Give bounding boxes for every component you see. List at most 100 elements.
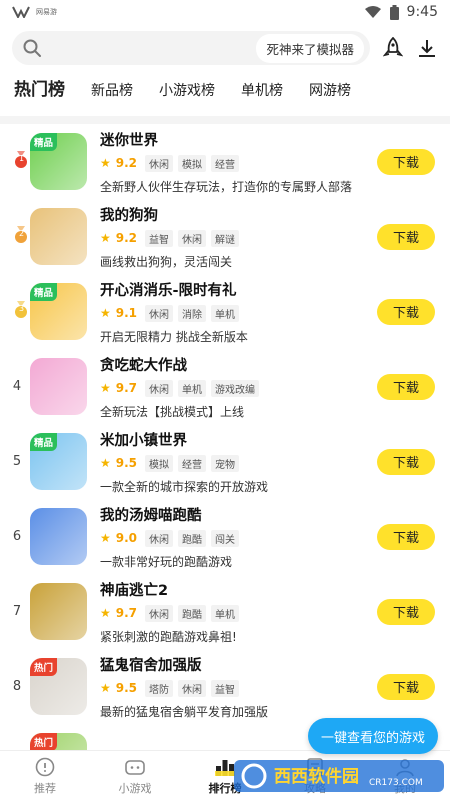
nav-label: 小游戏 xyxy=(118,781,152,795)
download-button[interactable]: 下载 xyxy=(377,448,435,475)
tab-divider xyxy=(0,116,450,124)
game-info: 开心消消乐-限时有礼 ★ 9.1 休闲 消除 单机 开启无限精力 挑战全新版本 xyxy=(100,279,369,345)
game-icon[interactable]: 精品 xyxy=(30,283,87,340)
game-title[interactable]: 贪吃蛇大作战 xyxy=(100,354,369,375)
tab-online[interactable]: 网游榜 xyxy=(309,80,351,112)
game-tag: 经营 xyxy=(211,154,240,172)
game-meta: ★ 9.1 休闲 消除 单机 xyxy=(100,304,369,322)
ranking-tabs: 热门榜 新品榜 小游戏榜 单机榜 网游榜 xyxy=(0,72,450,112)
game-description: 最新的猛鬼宿舍躺平发育加强版 xyxy=(100,704,269,719)
game-score: 9.0 xyxy=(115,531,138,545)
rank-number-text: 3 xyxy=(19,303,25,313)
game-row[interactable]: 8 热门 猛鬼宿舍加强版 ★ 9.5 塔防 休闲 益智 最新的猛鬼宿舍躺平发育加强版 下载 xyxy=(0,649,450,724)
search-row: 死神来了模拟器 xyxy=(0,24,450,72)
game-tag: 休闲 xyxy=(145,154,174,172)
tab-single-player[interactable]: 单机榜 xyxy=(241,80,283,112)
game-title[interactable]: 猛鬼宿舍加强版 xyxy=(100,654,369,675)
game-description: 紧张刺激的跑酷游戏鼻祖! xyxy=(100,629,237,644)
game-score: 9.7 xyxy=(115,606,138,620)
game-description: 一款非常好玩的跑酷游戏 xyxy=(100,554,233,569)
game-icon[interactable] xyxy=(30,508,87,565)
game-title[interactable]: 开心消消乐-限时有礼 xyxy=(100,279,369,300)
game-tag: 休闲 xyxy=(178,229,207,247)
tab-mini-games[interactable]: 小游戏榜 xyxy=(159,80,215,112)
rocket-icon xyxy=(383,37,403,57)
view-my-games-button[interactable]: 一键查看您的游戏 xyxy=(308,718,438,754)
game-tag: 塔防 xyxy=(145,679,174,697)
game-meta: ★ 9.0 休闲 跑酷 闯关 xyxy=(100,529,369,547)
game-title[interactable]: 米加小镇世界 xyxy=(100,429,369,450)
nav-recommend[interactable]: 推荐 xyxy=(0,751,90,800)
game-meta: ★ 9.5 模拟 经营 宠物 xyxy=(100,454,369,472)
game-tag: 益智 xyxy=(145,229,174,247)
game-meta: ★ 9.7 休闲 跑酷 单机 xyxy=(100,604,369,622)
game-info: 我的汤姆喵跑酷 ★ 9.0 休闲 跑酷 闯关 一款非常好玩的跑酷游戏 xyxy=(100,504,369,570)
tab-new[interactable]: 新品榜 xyxy=(91,80,133,112)
game-row[interactable]: 2 我的狗狗 ★ 9.2 益智 休闲 解谜 画线救出狗狗，灵活闯关 下载 xyxy=(0,199,450,274)
rank-number-text: 1 xyxy=(19,153,25,163)
game-title[interactable]: 我的狗狗 xyxy=(100,204,369,225)
game-row[interactable]: 7 神庙逃亡2 ★ 9.7 休闲 跑酷 单机 紧张刺激的跑酷游戏鼻祖! 下载 xyxy=(0,574,450,649)
site-watermark-logo: 西西软件园 CR173.COM xyxy=(234,760,444,792)
game-description: 全新野人伙伴生存玩法，打造你的专属野人部落 xyxy=(100,179,353,194)
download-button[interactable]: 下载 xyxy=(377,673,435,700)
rank-number-text: 2 xyxy=(19,228,25,238)
game-title[interactable]: 神庙逃亡2 xyxy=(100,579,369,600)
nav-label: 推荐 xyxy=(34,781,56,795)
game-tag: 休闲 xyxy=(145,304,174,322)
game-row[interactable]: 4 贪吃蛇大作战 ★ 9.7 休闲 单机 游戏改编 全新玩法【挑战模式】上线 下载 xyxy=(0,349,450,424)
rank-number: 2 xyxy=(0,225,28,248)
game-row[interactable]: 6 我的汤姆喵跑酷 ★ 9.0 休闲 跑酷 闯关 一款非常好玩的跑酷游戏 下载 xyxy=(0,499,450,574)
game-tag: 单机 xyxy=(211,604,240,622)
star-icon: ★ xyxy=(100,381,111,395)
game-icon[interactable] xyxy=(30,583,87,640)
game-badge: 精品 xyxy=(30,133,58,151)
game-score: 9.2 xyxy=(115,231,138,245)
ranking-icon xyxy=(215,759,235,776)
game-row[interactable]: 3 精品 开心消消乐-限时有礼 ★ 9.1 休闲 消除 单机 开启无限精力 挑战全新版本 下载 xyxy=(0,274,450,349)
search-box[interactable]: 死神来了模拟器 xyxy=(12,31,370,65)
download-button[interactable]: 下载 xyxy=(377,148,435,175)
nav-mini-games[interactable]: 小游戏 xyxy=(90,751,180,800)
wifi-icon xyxy=(364,6,381,18)
download-manager-button[interactable] xyxy=(416,37,438,59)
search-hint[interactable]: 死神来了模拟器 xyxy=(256,33,364,63)
game-title[interactable]: 迷你世界 xyxy=(100,129,369,150)
download-button[interactable]: 下载 xyxy=(377,373,435,400)
game-title[interactable]: 我的汤姆喵跑酷 xyxy=(100,504,369,525)
game-icon[interactable] xyxy=(30,208,87,265)
game-tag: 模拟 xyxy=(145,454,174,472)
download-button[interactable]: 下载 xyxy=(377,523,435,550)
game-description: 一款全新的城市探索的开放游戏 xyxy=(100,479,269,494)
game-icon[interactable] xyxy=(30,358,87,415)
download-button[interactable]: 下载 xyxy=(377,598,435,625)
star-icon: ★ xyxy=(100,531,111,545)
status-left: 网易游 xyxy=(12,6,57,18)
game-tag: 经营 xyxy=(178,454,207,472)
game-meta: ★ 9.5 塔防 休闲 益智 xyxy=(100,679,369,697)
status-time: 9:45 xyxy=(406,4,438,20)
app-logo-icon xyxy=(12,6,30,18)
game-info: 猛鬼宿舍加强版 ★ 9.5 塔防 休闲 益智 最新的猛鬼宿舍躺平发育加强版 xyxy=(100,654,369,720)
game-score: 9.7 xyxy=(115,381,138,395)
game-info: 米加小镇世界 ★ 9.5 模拟 经营 宠物 一款全新的城市探索的开放游戏 xyxy=(100,429,369,495)
game-badge: 热门 xyxy=(30,733,58,751)
game-info: 神庙逃亡2 ★ 9.7 休闲 跑酷 单机 紧张刺激的跑酷游戏鼻祖! xyxy=(100,579,369,645)
watermark-sub: CR173.COM xyxy=(369,778,423,788)
game-tag: 休闲 xyxy=(145,379,174,397)
status-bar: 网易游 9:45 xyxy=(0,0,450,24)
rocket-button[interactable] xyxy=(382,37,404,59)
game-description: 全新玩法【挑战模式】上线 xyxy=(100,404,245,419)
game-icon[interactable]: 精品 xyxy=(30,433,87,490)
game-tag: 宠物 xyxy=(211,454,240,472)
game-icon[interactable]: 热门 xyxy=(30,658,87,715)
search-icon xyxy=(23,39,41,57)
download-button[interactable]: 下载 xyxy=(377,298,435,325)
tab-hot[interactable]: 热门榜 xyxy=(14,75,65,112)
game-badge: 热门 xyxy=(30,658,58,676)
game-score: 9.1 xyxy=(115,306,138,320)
download-button[interactable]: 下载 xyxy=(377,223,435,250)
game-icon[interactable]: 精品 xyxy=(30,133,87,190)
game-row[interactable]: 1 精品 迷你世界 ★ 9.2 休闲 模拟 经营 全新野人伙伴生存玩法，打造你的专属野人部落 下载 xyxy=(0,124,450,199)
game-row[interactable]: 5 精品 米加小镇世界 ★ 9.5 模拟 经营 宠物 一款全新的城市探索的开放游戏 下载 xyxy=(0,424,450,499)
